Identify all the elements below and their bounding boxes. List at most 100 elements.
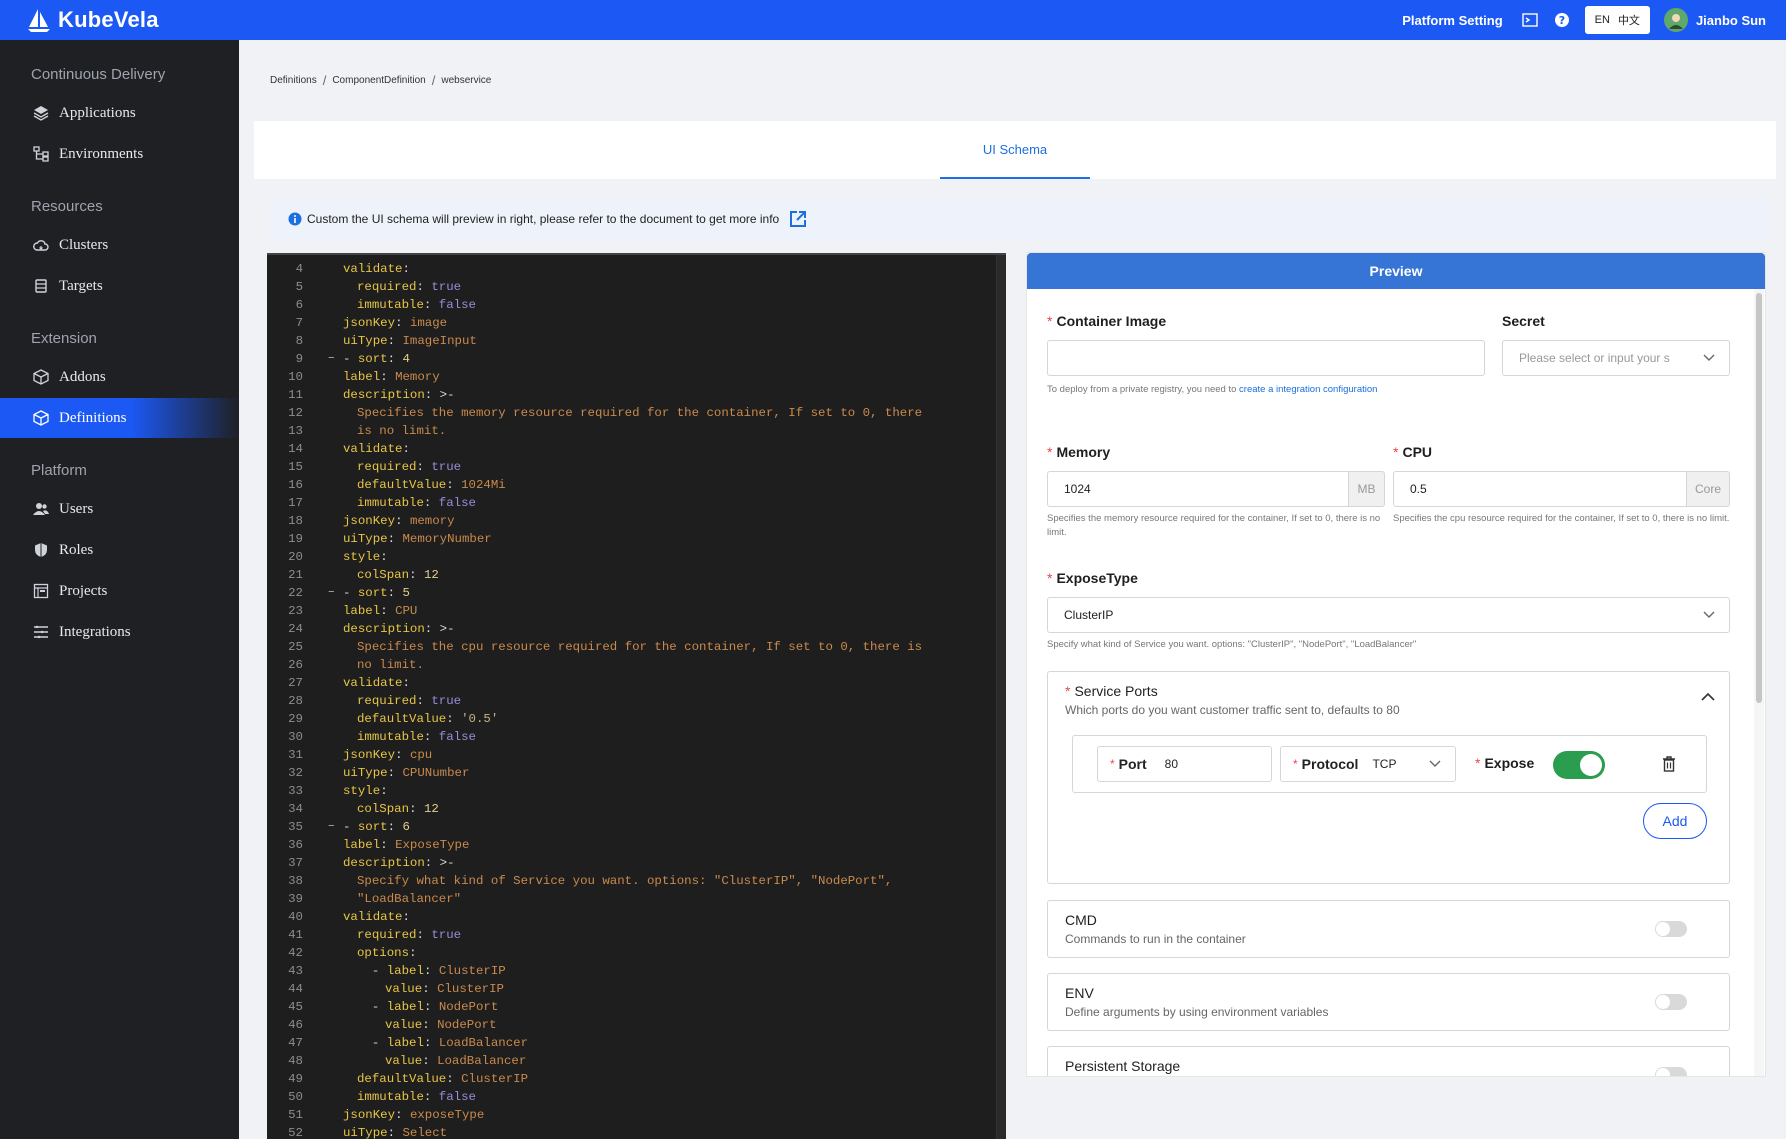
code-line[interactable]: 42 options: [267,944,997,962]
code-line[interactable]: 34 colSpan: 12 [267,800,997,818]
code-line[interactable]: 33 style: [267,782,997,800]
line-number: 52 [288,1126,303,1139]
code-editor[interactable]: 4 validate: 5 required: true 6 immutable: fal… [267,253,1006,1139]
sidebar-item-clusters[interactable]: Clusters [0,225,239,265]
code-line[interactable]: 7 jsonKey: image [267,314,997,332]
sidebar-item-definitions[interactable]: Definitions [0,398,239,438]
breadcrumb-componentdefinition[interactable]: ComponentDefinition [332,75,425,86]
code-line[interactable]: 30 immutable: false [267,728,997,746]
code-line[interactable]: 29 defaultValue: '0.5' [267,710,997,728]
code-line[interactable]: 52 uiType: Select [267,1124,997,1139]
code-line[interactable]: 10 label: Memory [267,368,997,386]
env-toggle[interactable] [1655,994,1687,1010]
chevron-up-icon[interactable] [1701,692,1715,701]
language-switch[interactable]: EN 中文 [1584,6,1650,34]
add-port-button[interactable]: Add [1643,803,1707,839]
code-line[interactable]: 50 immutable: false [267,1088,997,1106]
code-line[interactable]: 46 value: NodePort [267,1016,997,1034]
avatar[interactable] [1663,8,1688,32]
cmd-toggle[interactable] [1655,921,1687,937]
container-image-input[interactable] [1047,340,1485,376]
breadcrumb-definitions[interactable]: Definitions [270,75,317,86]
user-name[interactable]: Jianbo Sun [1696,13,1766,28]
code-line[interactable]: 15 required: true [267,458,997,476]
cmd-group[interactable]: CMD Commands to run in the container [1047,900,1730,958]
storage-toggle[interactable] [1655,1067,1687,1076]
protocol-select[interactable]: * Protocol TCP [1280,746,1456,782]
code-line[interactable]: 22 − - sort: 5 [267,584,997,602]
sidebar-item-applications[interactable]: Applications [0,93,239,133]
terminal-icon[interactable] [1521,11,1539,29]
code-line[interactable]: 40 validate: [267,908,997,926]
code-line[interactable]: 13 is no limit. [267,422,997,440]
code-line[interactable]: 25 Specifies the cpu resource required fo… [267,638,997,656]
tab-ui-schema[interactable]: UI Schema [940,121,1090,179]
port-input[interactable]: * Port 80 [1097,746,1272,782]
editor-scrollbar[interactable] [996,255,1006,1139]
lang-en[interactable]: EN [1595,14,1610,26]
code-text: style: [343,784,388,798]
code-line[interactable]: 39 "LoadBalancer" [267,890,997,908]
lang-zh[interactable]: 中文 [1618,12,1640,28]
code-line[interactable]: 32 uiType: CPUNumber [267,764,997,782]
secret-select[interactable]: Please select or input your s [1502,340,1730,376]
sidebar-item-targets[interactable]: Targets [0,266,239,306]
sidebar-item-users[interactable]: Users [0,489,239,529]
app-logo[interactable]: KubeVela [26,7,159,33]
sidebar-item-integrations[interactable]: Integrations [0,612,239,652]
code-line[interactable]: 47 - label: LoadBalancer [267,1034,997,1052]
code-line[interactable]: 37 description: >- [267,854,997,872]
code-line[interactable]: 6 immutable: false [267,296,997,314]
create-integration-link[interactable]: create a integration configuration [1239,384,1377,395]
code-line[interactable]: 23 label: CPU [267,602,997,620]
help-icon[interactable]: ? [1553,11,1571,29]
code-line[interactable]: 18 jsonKey: memory [267,512,997,530]
code-line[interactable]: 12 Specifies the memory resource required… [267,404,997,422]
code-line[interactable]: 4 validate: [267,260,997,278]
code-line[interactable]: 14 validate: [267,440,997,458]
code-line[interactable]: 11 description: >- [267,386,997,404]
fold-toggle-icon[interactable]: − [328,350,335,368]
code-line[interactable]: 27 validate: [267,674,997,692]
sidebar-item-roles[interactable]: Roles [0,530,239,570]
expose-toggle[interactable] [1553,751,1605,779]
env-group[interactable]: ENV Define arguments by using environmen… [1047,973,1730,1031]
code-line[interactable]: 24 description: >- [267,620,997,638]
code-line[interactable]: 51 jsonKey: exposeType [267,1106,997,1124]
fold-toggle-icon[interactable]: − [328,818,335,836]
sidebar-item-environments[interactable]: Environments [0,134,239,174]
exposetype-select[interactable]: ClusterIP [1047,597,1730,633]
code-line[interactable]: 17 immutable: false [267,494,997,512]
memory-input[interactable]: 1024 [1047,471,1349,507]
code-line[interactable]: 36 label: ExposeType [267,836,997,854]
code-line[interactable]: 8 uiType: ImageInput [267,332,997,350]
code-line[interactable]: 48 value: LoadBalancer [267,1052,997,1070]
code-line[interactable]: 45 - label: NodePort [267,998,997,1016]
storage-group[interactable]: Persistent Storage [1047,1046,1730,1076]
code-line[interactable]: 16 defaultValue: 1024Mi [267,476,997,494]
sidebar-item-addons[interactable]: Addons [0,357,239,397]
code-line[interactable]: 28 required: true [267,692,997,710]
cpu-input[interactable]: 0.5 [1393,471,1687,507]
code-line[interactable]: 5 required: true [267,278,997,296]
code-line[interactable]: 26 no limit. [267,656,997,674]
code-line[interactable]: 31 jsonKey: cpu [267,746,997,764]
preview-scrollbar[interactable] [1756,293,1762,703]
fold-toggle-icon[interactable]: − [328,584,335,602]
external-link-icon[interactable] [789,210,807,228]
code-line[interactable]: 49 defaultValue: ClusterIP [267,1070,997,1088]
code-line[interactable]: 41 required: true [267,926,997,944]
platform-setting-link[interactable]: Platform Setting [1402,13,1502,28]
delete-icon[interactable] [1662,756,1676,772]
code-text: jsonKey: memory [343,514,455,528]
chevron-down-icon [1703,611,1715,618]
code-line[interactable]: 43 - label: ClusterIP [267,962,997,980]
code-line[interactable]: 21 colSpan: 12 [267,566,997,584]
sidebar-item-projects[interactable]: Projects [0,571,239,611]
code-line[interactable]: 19 uiType: MemoryNumber [267,530,997,548]
code-line[interactable]: 44 value: ClusterIP [267,980,997,998]
code-line[interactable]: 35 − - sort: 6 [267,818,997,836]
code-line[interactable]: 9 − - sort: 4 [267,350,997,368]
code-line[interactable]: 20 style: [267,548,997,566]
code-line[interactable]: 38 Specify what kind of Service you want.… [267,872,997,890]
